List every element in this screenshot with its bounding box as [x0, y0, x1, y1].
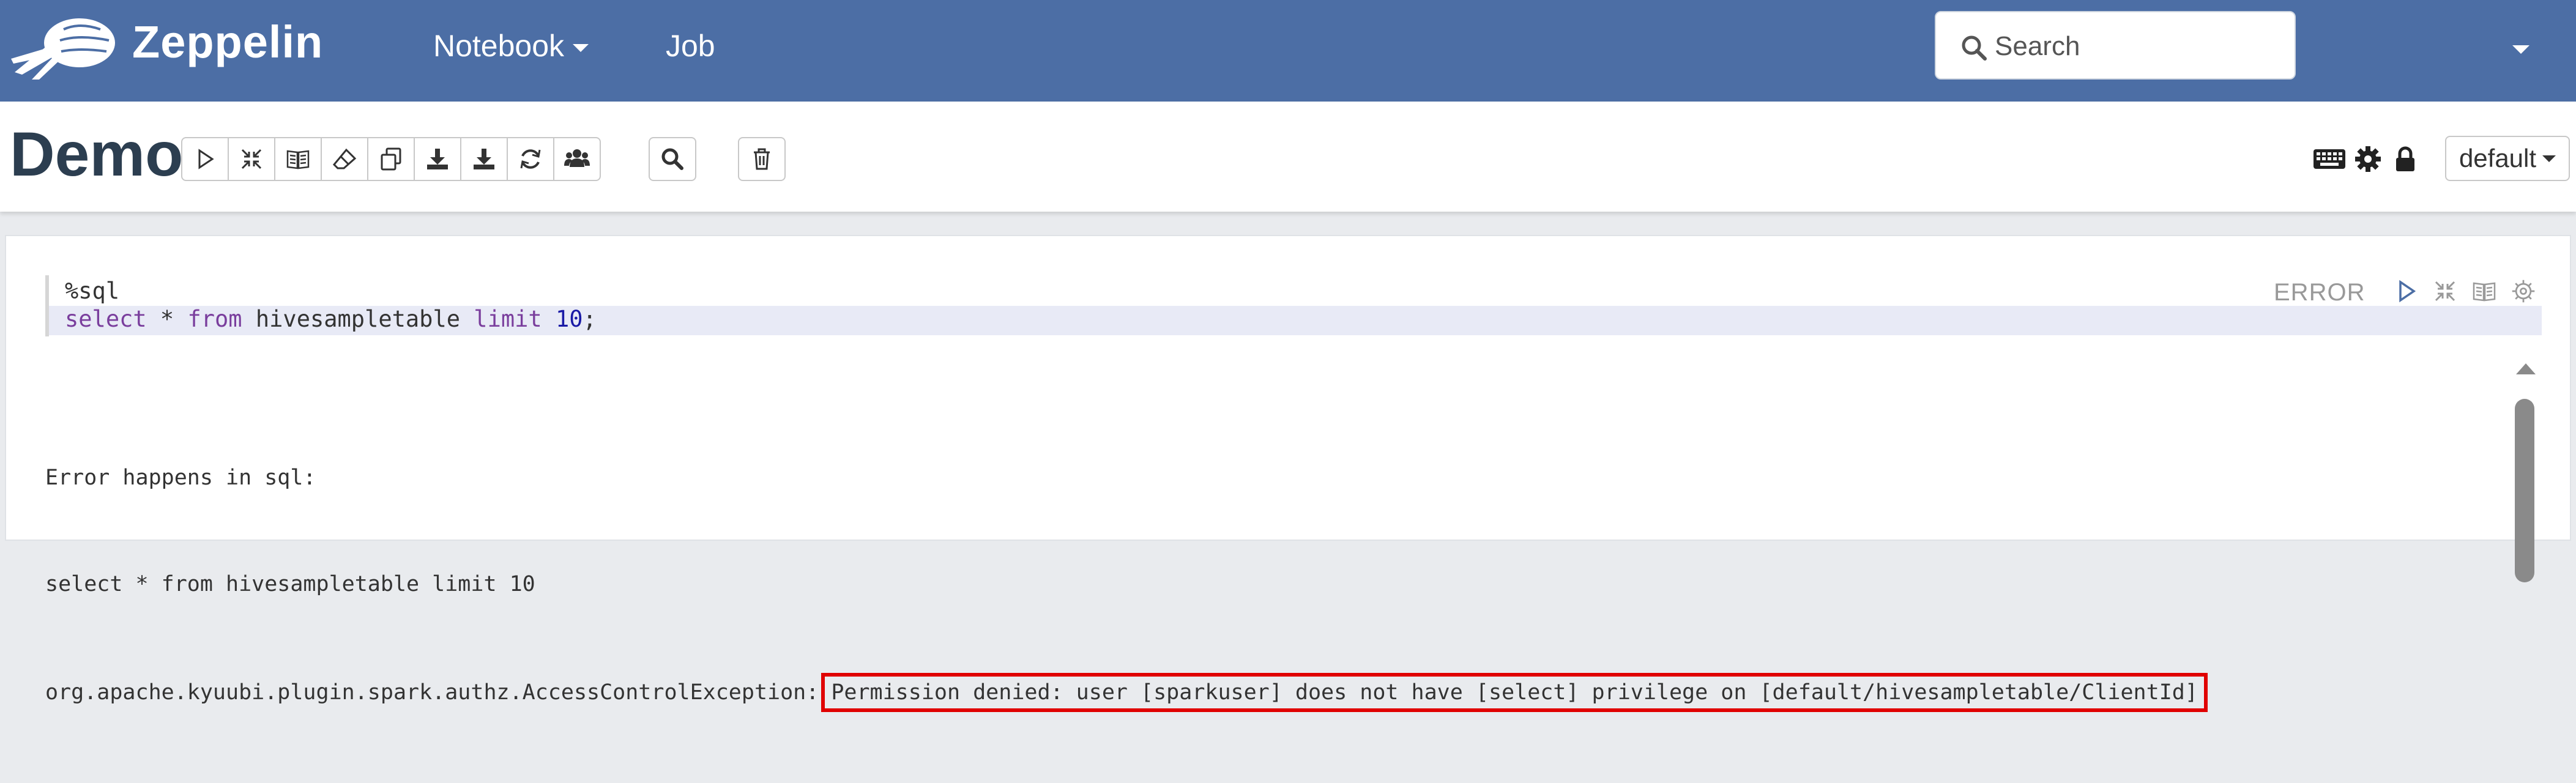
download-icon: [474, 149, 494, 169]
search-code-button[interactable]: [649, 137, 696, 181]
interpreter-selected-value: default: [2459, 144, 2537, 173]
export-button[interactable]: [414, 137, 461, 181]
code-editor[interactable]: %sql select * from hivesampletable limit…: [45, 275, 2542, 336]
code-token: hivesampletable: [242, 306, 474, 332]
eraser-icon: [332, 148, 357, 169]
chevron-down-icon: [2512, 45, 2529, 54]
refresh-icon: [520, 149, 541, 169]
notebook-header: Demo default: [0, 102, 2576, 212]
hide-output-button[interactable]: [274, 137, 322, 181]
permissions-button[interactable]: [553, 137, 601, 181]
code-token: ;: [583, 306, 597, 332]
copy-icon: [381, 147, 401, 171]
keyboard-icon[interactable]: [2313, 144, 2348, 174]
download-icon: [427, 149, 448, 169]
users-icon: [564, 149, 590, 167]
clone-button[interactable]: [367, 137, 415, 181]
output-line: Error happens in sql:: [45, 466, 316, 490]
nav-notebook-label: Notebook: [433, 29, 565, 63]
interpreter-binding-select[interactable]: default: [2445, 136, 2570, 181]
hide-code-button[interactable]: [228, 137, 275, 181]
output-line: org.apache.kyuubi.plugin.spark.authz.Acc…: [45, 673, 2208, 712]
paragraph-status: ERROR: [2274, 279, 2366, 306]
version-control-button[interactable]: [507, 137, 554, 181]
search-icon: [661, 148, 683, 170]
permission-denied-highlight: Permission denied: user [sparkuser] does…: [821, 673, 2208, 712]
code-token: select: [65, 306, 147, 332]
export-ipynb-button[interactable]: [460, 137, 508, 181]
search-box[interactable]: [1935, 11, 2296, 80]
paragraph-cell[interactable]: %sql select * from hivesampletable limit…: [5, 235, 2571, 712]
move-to-trash-button[interactable]: [738, 137, 786, 181]
play-icon: [2399, 280, 2416, 303]
hide-editor-button[interactable]: [2425, 276, 2465, 306]
code-token: from: [187, 306, 242, 332]
paragraph-controls: [2386, 276, 2543, 306]
book-icon: [286, 150, 310, 169]
output-scrollbar[interactable]: [2515, 358, 2536, 582]
output-line: select * from hivesampletable limit 10: [45, 572, 535, 596]
code-line-2: select * from hivesampletable limit 10;: [49, 306, 2542, 335]
nav-notebook-menu[interactable]: Notebook: [433, 28, 589, 64]
paragraph-settings-button[interactable]: [2504, 276, 2543, 306]
nav-job-link[interactable]: Job: [666, 28, 715, 64]
scrollbar-thumb[interactable]: [2515, 399, 2534, 582]
compress-icon: [241, 149, 262, 169]
search-input[interactable]: [1995, 28, 2282, 65]
code-token: *: [146, 306, 188, 332]
notebook-toolbar: [181, 137, 601, 181]
brand-title[interactable]: Zeppelin: [132, 16, 323, 68]
gear-icon: [2512, 280, 2535, 303]
compress-icon: [2435, 281, 2455, 302]
chevron-down-icon: [573, 44, 589, 53]
run-all-button[interactable]: [181, 137, 229, 181]
code-token: 10: [555, 306, 583, 332]
lock-icon[interactable]: [2388, 144, 2423, 174]
code-line-1: %sql: [65, 278, 120, 304]
clear-output-button[interactable]: [321, 137, 368, 181]
notebook-title[interactable]: Demo: [10, 119, 183, 190]
book-icon: [2473, 282, 2496, 302]
code-token: limit: [474, 306, 542, 332]
run-paragraph-button[interactable]: [2386, 276, 2425, 306]
user-menu-toggle[interactable]: [2512, 44, 2529, 55]
search-icon: [1962, 35, 1987, 61]
top-navbar: Zeppelin Notebook Job: [0, 0, 2576, 102]
gear-icon[interactable]: [2348, 144, 2388, 174]
play-icon: [198, 149, 214, 169]
header-right-icons: [2313, 144, 2423, 174]
hide-output-button[interactable]: [2465, 276, 2504, 306]
exception-class: org.apache.kyuubi.plugin.spark.authz.Acc…: [45, 680, 819, 705]
trash-icon: [754, 148, 770, 170]
zeppelin-logo-icon[interactable]: [11, 13, 116, 81]
chevron-down-icon: [2542, 155, 2556, 162]
paragraph-output: Error happens in sql: select * from hive…: [45, 389, 2208, 783]
scroll-up-arrow-icon[interactable]: [2516, 363, 2536, 374]
